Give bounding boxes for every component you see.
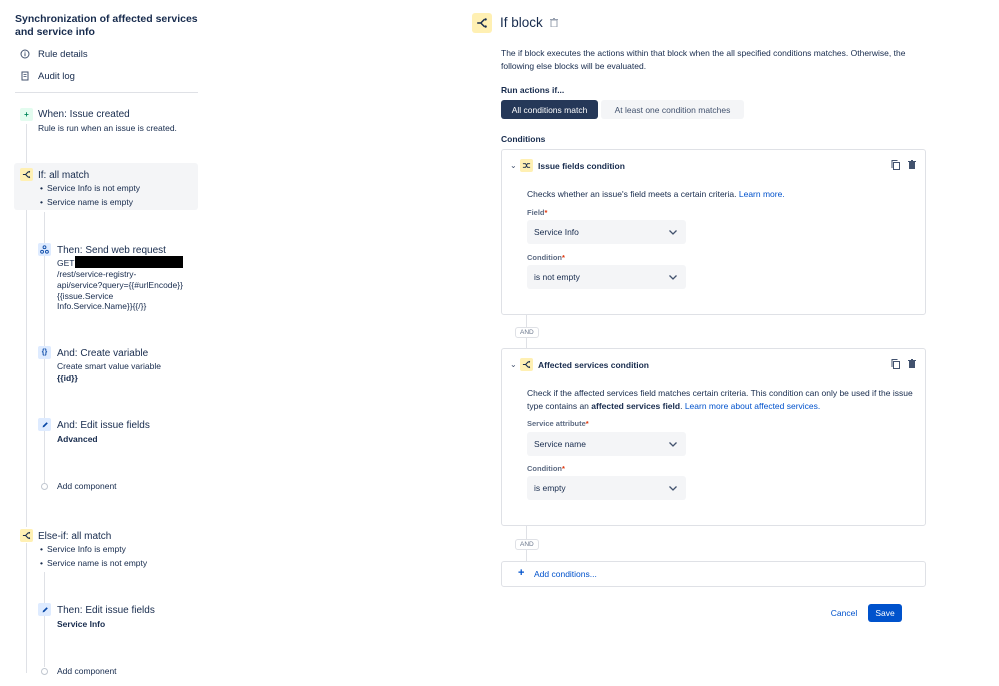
learn-more-affected-services-link[interactable]: Learn more about affected services. (685, 401, 820, 411)
add-component-button[interactable]: Add component (57, 666, 117, 677)
pencil-icon (38, 418, 51, 431)
branch-icon (472, 13, 492, 33)
and-separator: AND (515, 539, 539, 550)
shuffle-icon (520, 159, 533, 172)
add-dot-icon (41, 668, 48, 675)
affected-services-condition-title[interactable]: Affected services condition (538, 360, 649, 370)
add-dot-icon (41, 483, 48, 490)
edit-fields-value: Advanced (57, 434, 98, 444)
audit-log-label: Audit log (38, 70, 75, 82)
create-variable-subtitle: Create smart value variable (57, 361, 161, 371)
else-if-condition-item: Service Info is empty (40, 544, 126, 554)
web-request-title[interactable]: Then: Send web request (57, 245, 166, 256)
info-icon (20, 49, 30, 59)
if-condition-item: Service name is empty (40, 197, 133, 207)
copy-icon[interactable] (891, 359, 900, 371)
save-button[interactable]: Save (868, 604, 902, 622)
trash-icon[interactable] (908, 160, 916, 171)
copy-icon[interactable] (891, 160, 900, 172)
issue-fields-condition-text: Checks whether an issue's field meets a … (527, 189, 785, 199)
chevron-down-icon (669, 228, 677, 237)
chevron-down-icon (669, 273, 677, 282)
learn-more-link[interactable]: Learn more. (739, 189, 785, 199)
if-condition-item: Service Info is not empty (40, 183, 140, 193)
rule-details-label: Rule details (38, 48, 88, 60)
connector-line (26, 124, 27, 168)
add-component-button[interactable]: Add component (57, 481, 117, 492)
issue-fields-condition-title[interactable]: Issue fields condition (538, 161, 625, 171)
rule-sidebar: Synchronization of affected services and… (0, 0, 205, 686)
affected-services-condition-card: ⌄ Affected services condition Check if t… (501, 348, 926, 526)
audit-log-link[interactable]: Audit log (20, 69, 75, 83)
chevron-down-icon[interactable]: ⌄ (510, 161, 517, 170)
pencil-icon (38, 603, 51, 616)
web-request-line: GET (57, 258, 75, 268)
document-icon (20, 71, 30, 81)
add-conditions-button[interactable]: + Add conditions... (501, 561, 926, 587)
edit-fields-title[interactable]: Then: Edit issue fields (57, 605, 155, 616)
field-label: Field* (527, 208, 548, 217)
else-if-title[interactable]: Else-if: all match (38, 531, 111, 542)
cancel-button[interactable]: Cancel (824, 604, 864, 622)
run-actions-label: Run actions if... (501, 85, 565, 95)
chevron-down-icon (669, 440, 677, 449)
connector-line (26, 543, 27, 673)
any-condition-option[interactable]: At least one condition matches (601, 100, 744, 119)
and-separator: AND (515, 327, 539, 338)
plus-icon: + (518, 567, 525, 579)
connector-line (44, 572, 45, 667)
issue-fields-condition-card: ⌄ Issue fields condition Checks whether … (501, 149, 926, 315)
web-request-line: api/service?query={{#urlEncode}} (57, 280, 183, 290)
sidebar-divider (15, 92, 198, 93)
trash-icon[interactable] (550, 18, 558, 29)
plus-icon: + (20, 108, 33, 121)
redacted-url (75, 256, 183, 268)
trash-icon[interactable] (908, 359, 916, 370)
service-attribute-select[interactable]: Service name (527, 432, 686, 456)
all-conditions-option[interactable]: All conditions match (501, 100, 598, 119)
condition-select[interactable]: is not empty (527, 265, 686, 289)
affected-services-condition-text: Check if the affected services field mat… (527, 388, 913, 411)
condition-select[interactable]: is empty (527, 476, 686, 500)
web-request-line: /rest/service-registry- (57, 269, 137, 279)
field-select[interactable]: Service Info (527, 220, 686, 244)
condition-label: Condition* (527, 464, 565, 473)
create-variable-title[interactable]: And: Create variable (57, 348, 148, 359)
rule-details-link[interactable]: Rule details (20, 47, 88, 61)
edit-fields-value: Service Info (57, 619, 106, 629)
connector-line (26, 182, 27, 527)
branch-icon (20, 529, 33, 542)
webhook-icon (38, 243, 51, 256)
web-request-line: Info.Service.Name}}{{/}} (57, 301, 147, 311)
edit-fields-title[interactable]: And: Edit issue fields (57, 420, 150, 431)
chevron-down-icon[interactable]: ⌄ (510, 360, 517, 369)
condition-label: Condition* (527, 253, 565, 262)
trigger-subtitle: Rule is run when an issue is created. (38, 123, 177, 133)
chevron-down-icon (669, 484, 677, 493)
conditions-label: Conditions (501, 134, 546, 144)
branch-icon (520, 358, 533, 371)
if-block-title[interactable]: If: all match (38, 170, 89, 181)
branch-icon (20, 168, 33, 181)
panel-description: The if block executes the actions within… (501, 48, 906, 71)
else-if-condition-item: Service name is not empty (40, 558, 147, 568)
create-variable-value: {{id}} (57, 373, 78, 383)
service-attribute-label: Service attribute* (527, 419, 589, 428)
panel-title: If block (500, 15, 543, 30)
trigger-title[interactable]: When: Issue created (38, 109, 130, 120)
braces-icon: {} (38, 346, 51, 359)
rule-title: Synchronization of affected services and… (15, 13, 198, 38)
add-conditions-label: Add conditions... (534, 569, 597, 579)
